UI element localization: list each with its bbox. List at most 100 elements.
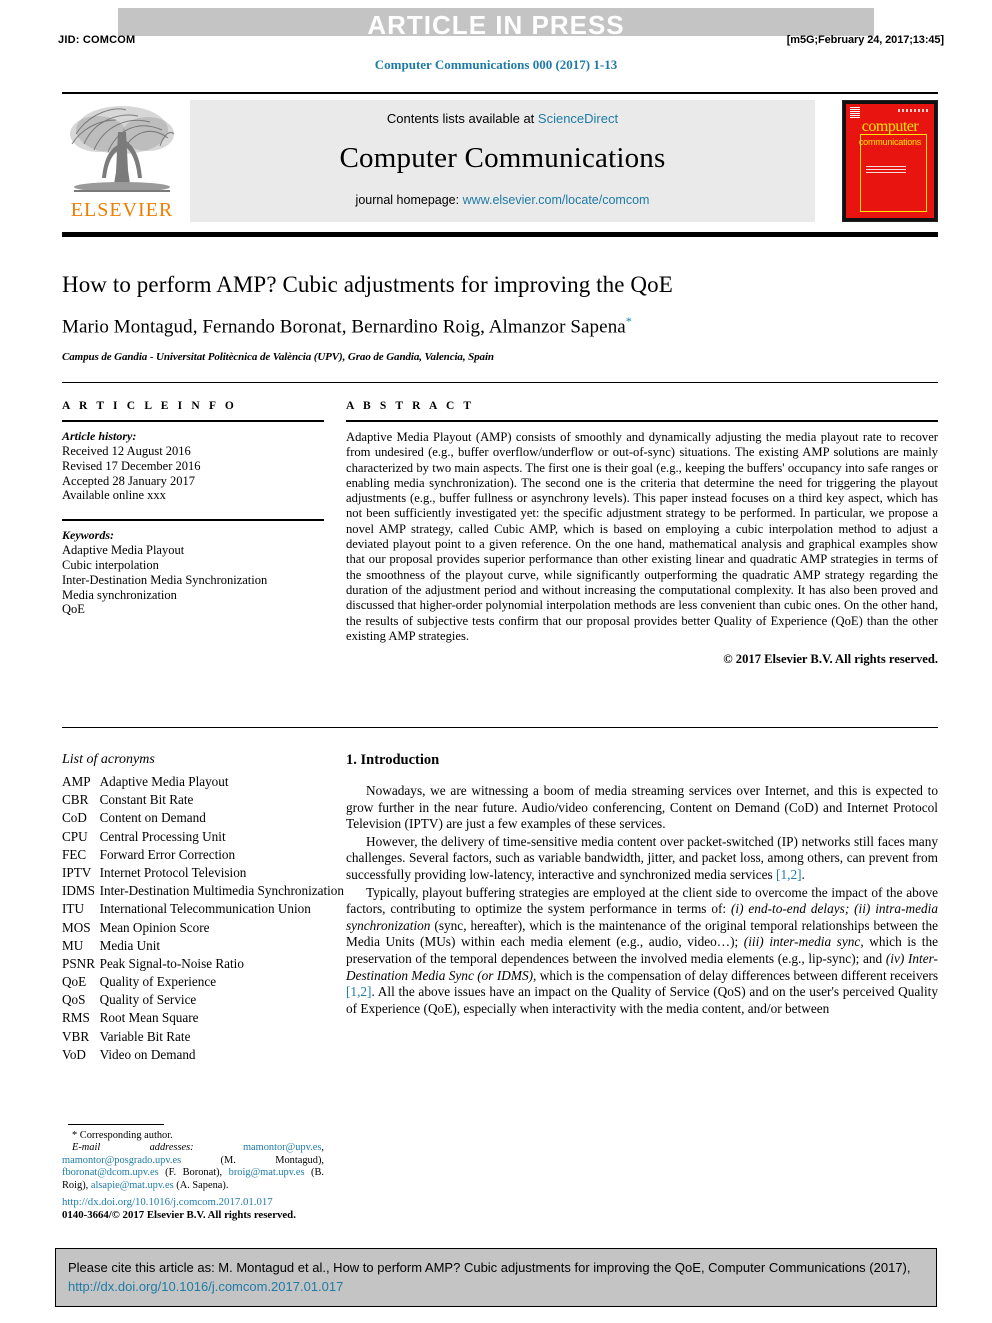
info-section-top-rule [62, 382, 938, 383]
acronyms-column: List of acronyms AMP Adaptive Media Playo… [62, 752, 344, 1065]
acronym-value: Media Unit [99, 937, 161, 953]
journal-masthead: ELSEVIER Contents lists available at Sci… [62, 92, 938, 237]
cover-title-line2: communications [858, 137, 922, 147]
acronym-key: FEC [62, 846, 87, 862]
acronym-value: Adaptive Media Playout [99, 774, 229, 789]
table-row: VoD Video on Demand [62, 1047, 344, 1065]
journal-title: Computer Communications [339, 142, 666, 174]
cite-text: Please cite this article as: M. Montagud… [68, 1260, 911, 1275]
keywords-title: Keywords: [62, 528, 114, 543]
intro-p3-text-e: . All the above issues have an impact on… [346, 984, 938, 1016]
journal-homepage-link[interactable]: www.elsevier.com/locate/comcom [463, 193, 650, 207]
acronym-value: Variable Bit Rate [99, 1028, 191, 1044]
acronym-key: VBR [62, 1028, 90, 1044]
citation-link-1-2[interactable]: [1,2] [776, 867, 801, 882]
email-link[interactable]: alsapie@mat.upv.es [91, 1180, 174, 1191]
history-revised: Revised 17 December 2016 [62, 458, 201, 473]
intro-p3-italic-3: (iii) inter-media sync [743, 934, 861, 950]
author-list: Mario Montagud, Fernando Boronat, Bernar… [62, 314, 938, 338]
title-block: How to perform AMP? Cubic adjustments fo… [62, 272, 938, 363]
elsevier-tree-icon [70, 106, 175, 192]
elsevier-logo: ELSEVIER [64, 100, 180, 222]
acronym-value: Peak Signal-to-Noise Ratio [99, 955, 244, 971]
sciencedirect-link[interactable]: ScienceDirect [538, 111, 618, 126]
corresponding-author-marker: * [625, 314, 632, 328]
introduction-paragraph-1: Nowadays, we are witnessing a boom of me… [346, 783, 938, 832]
acronym-value: Forward Error Correction [99, 846, 236, 862]
footnotes-block: * Corresponding author. E-mail addresses… [62, 1130, 324, 1192]
table-row: PSNR Peak Signal-to-Noise Ratio [62, 956, 344, 974]
acronym-key: QoS [62, 992, 86, 1008]
email-sep: (F. Boronat), [158, 1167, 229, 1179]
acronym-key: CBR [62, 792, 89, 808]
contents-prefix: Contents lists available at [386, 111, 538, 126]
acronym-key: IDMS [62, 883, 95, 899]
table-row: VBR Variable Bit Rate [62, 1029, 344, 1047]
please-cite-box: Please cite this article as: M. Montagud… [55, 1248, 937, 1307]
intro-p3-italic-1: (i) end-to-end delays; [730, 901, 850, 917]
introduction-paragraph-3: Typically, playout buffering strategies … [346, 885, 938, 1018]
article-history-title: Article history: [62, 429, 137, 443]
email-label: E-mail addresses: [72, 1142, 194, 1154]
history-received: Received 12 August 2016 [62, 444, 191, 458]
article-in-press-label: ARTICLE IN PRESS [367, 10, 625, 40]
keyword-item: Adaptive Media Playout [62, 543, 185, 558]
acronym-value: Quality of Experience [99, 974, 217, 990]
email-link[interactable]: mamontor@posgrado.upv.es [62, 1155, 181, 1166]
journal-id-label: JID: COMCOM [58, 34, 136, 46]
table-row: ITU International Telecommunication Union [62, 901, 344, 919]
keyword-item: Cubic interpolation [62, 557, 159, 572]
email-addresses-note: E-mail addresses: mamontor@upv.es, mamon… [62, 1142, 324, 1192]
cover-elsevier-mark-icon [850, 107, 860, 119]
acronym-value: Mean Opinion Score [99, 919, 210, 935]
table-row: AMP Adaptive Media Playout [62, 774, 344, 792]
abstract-rule [346, 420, 938, 422]
elsevier-wordmark: ELSEVIER [70, 199, 174, 221]
info-section-bottom-rule [62, 727, 938, 728]
table-row: FEC Forward Error Correction [62, 847, 344, 865]
journal-homepage-line: journal homepage: www.elsevier.com/locat… [190, 193, 815, 207]
cite-doi-link[interactable]: http://dx.doi.org/10.1016/j.comcom.2017.… [68, 1279, 343, 1294]
email-link[interactable]: fboronat@dcom.upv.es [62, 1167, 159, 1178]
keywords-rule [62, 519, 324, 522]
table-row: RMS Root Mean Square [62, 1010, 344, 1028]
doi-link[interactable]: http://dx.doi.org/10.1016/j.comcom.2017.… [62, 1196, 392, 1209]
acronyms-table: AMP Adaptive Media Playout CBR Constant Bi… [62, 774, 344, 1065]
acronym-key: VoD [62, 1046, 86, 1062]
authors-text: Mario Montagud, Fernando Boronat, Bernar… [62, 316, 626, 338]
acronym-value: Central Processing Unit [99, 828, 226, 844]
citation-link-1-2-b[interactable]: [1,2] [346, 984, 371, 999]
keyword-item: Inter-Destination Media Synchronization [62, 572, 268, 587]
acronym-value: International Telecommunication Union [99, 901, 311, 917]
email-link[interactable]: mamontor@upv.es [243, 1142, 321, 1153]
keyword-item: Media synchronization [62, 587, 177, 602]
abstract-heading: A B S T R A C T [346, 400, 475, 412]
email-sep: (A. Sapena). [173, 1179, 229, 1191]
acronym-key: CoD [62, 810, 87, 826]
cover-small-text-block [866, 166, 906, 174]
paper-title: How to perform AMP? Cubic adjustments fo… [62, 272, 673, 297]
table-row: IDMS Inter-Destination Multimedia Synchro… [62, 883, 344, 901]
cover-title-line1: computer [861, 118, 919, 135]
cover-top-text-lines [898, 109, 928, 112]
acronym-key: CPU [62, 828, 88, 844]
abstract-column: A B S T R A C T Adaptive Media Playout (… [346, 400, 938, 667]
article-info-rule [62, 420, 324, 422]
acronym-key: ITU [62, 901, 84, 917]
table-row: IPTV Internet Protocol Television [62, 865, 344, 883]
acronym-value: Internet Protocol Television [99, 864, 247, 880]
acronym-key: PSNR [62, 955, 95, 971]
masthead-center-panel: Contents lists available at ScienceDirec… [190, 100, 815, 222]
article-info-heading: A R T I C L E I N F O [62, 400, 237, 412]
email-link[interactable]: broig@mat.upv.es [229, 1167, 305, 1178]
acronym-value: Quality of Service [99, 992, 197, 1008]
history-accepted: Accepted 28 January 2017 [62, 473, 195, 488]
abstract-body: Adaptive Media Playout (AMP) consists of… [346, 430, 938, 643]
acronym-value: Inter-Destination Multimedia Synchroniza… [99, 883, 344, 899]
table-row: QoS Quality of Service [62, 992, 344, 1010]
article-info-column: A R T I C L E I N F O Article history: R… [62, 400, 324, 617]
abstract-copyright: © 2017 Elsevier B.V. All rights reserved… [723, 652, 938, 667]
journal-cover-thumbnail: computer communications [842, 100, 938, 222]
contents-lists-line: Contents lists available at ScienceDirec… [190, 100, 815, 126]
doi-block: http://dx.doi.org/10.1016/j.comcom.2017.… [62, 1196, 392, 1222]
